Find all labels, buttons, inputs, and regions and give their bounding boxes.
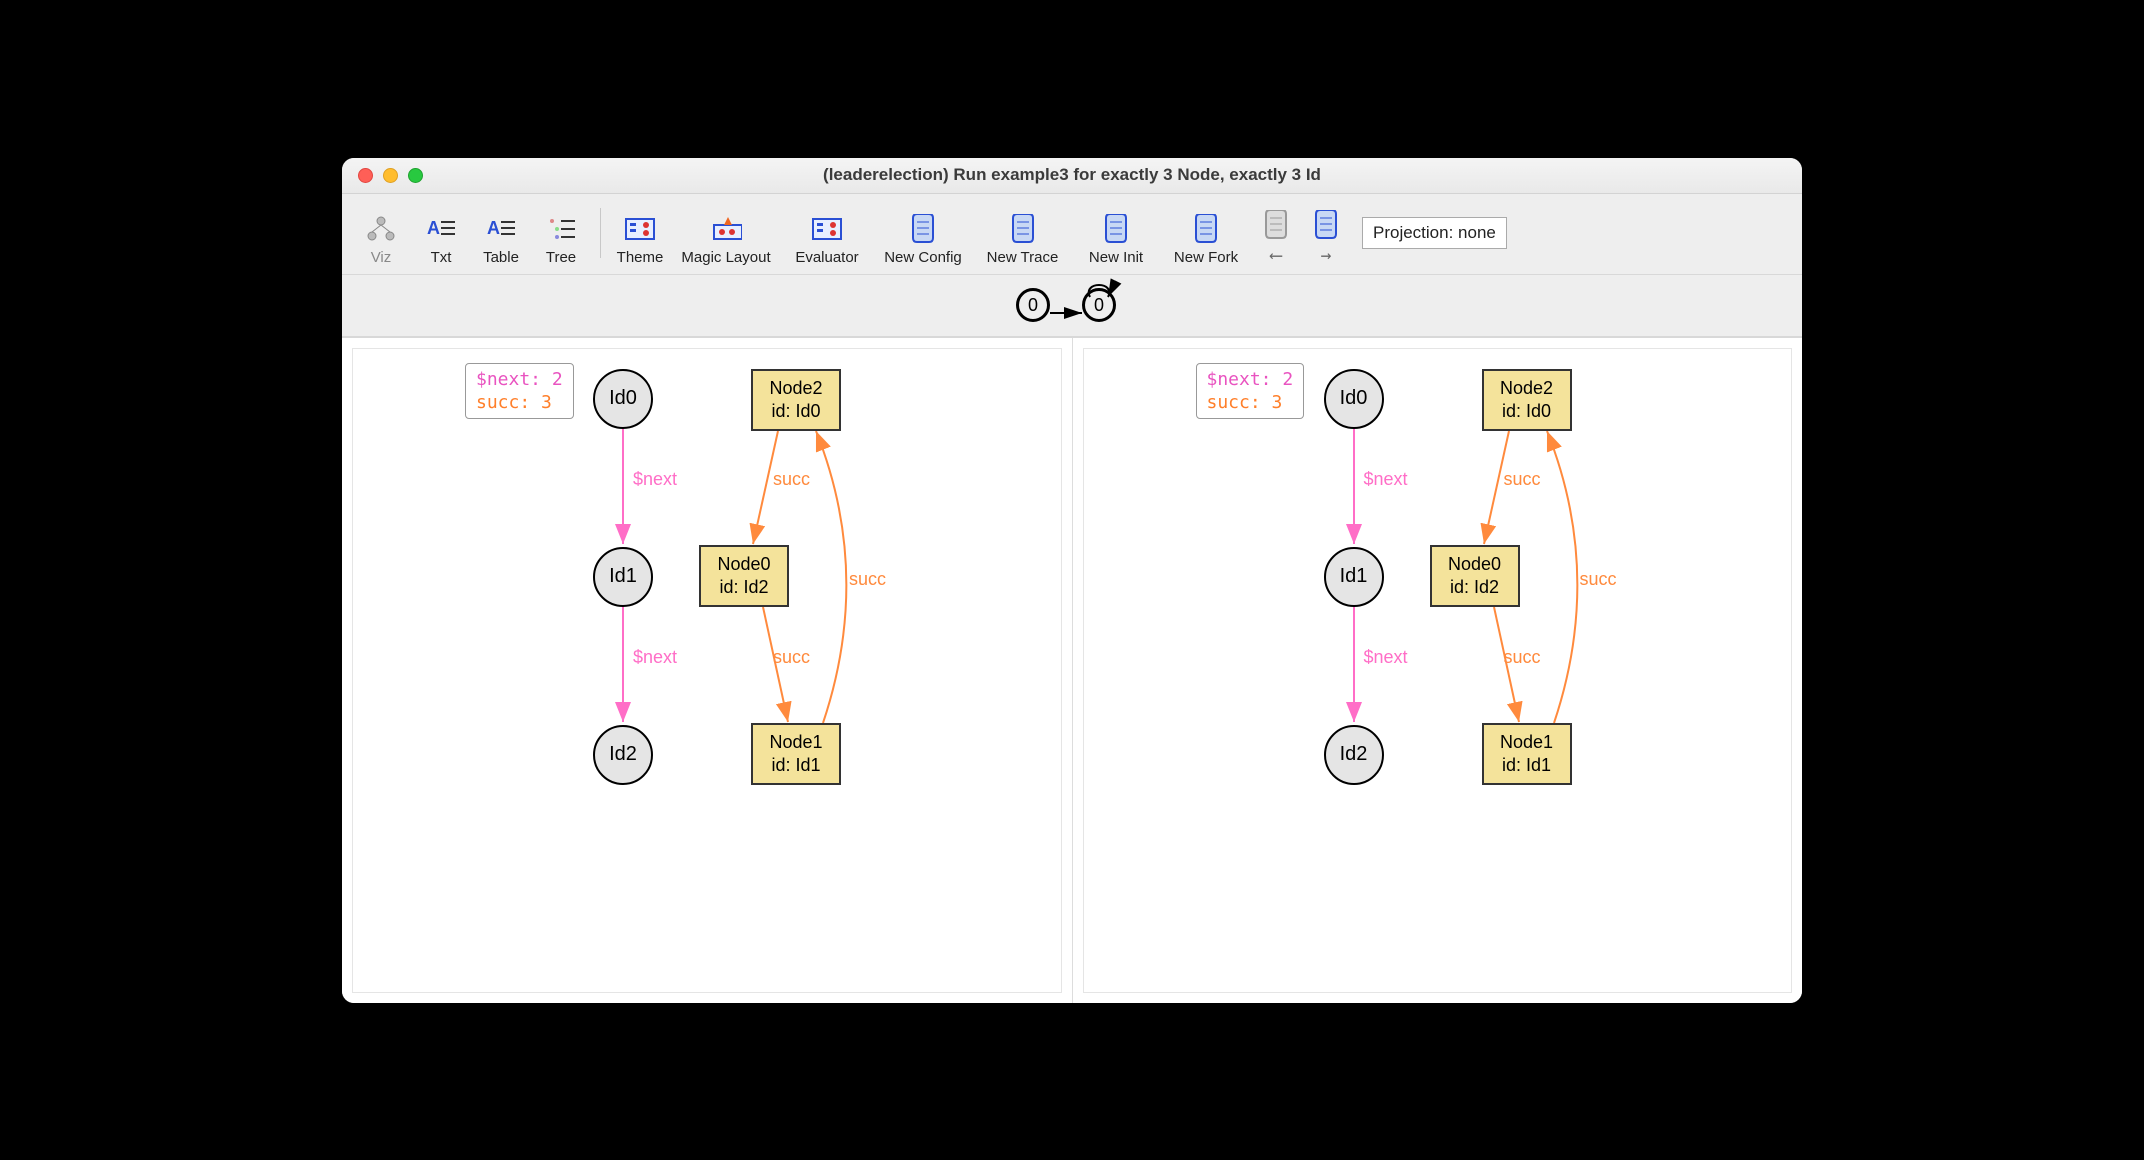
pane-left: $next: 2 succ: 3 Id0 Id1 Id2 Node2 id: I… [352, 348, 1062, 993]
newconfig-button[interactable]: New Config [873, 200, 973, 266]
evaluator-button[interactable]: Evaluator [783, 200, 871, 266]
next-label: $next [1364, 647, 1408, 668]
txt-icon: A [425, 213, 457, 245]
legend-succ: succ: 3 [1207, 391, 1294, 414]
state-0[interactable]: 0 [1016, 288, 1050, 322]
legend-succ: succ: 3 [476, 391, 563, 414]
legend-next: $next: 2 [1207, 368, 1294, 391]
newtrace-button[interactable]: New Trace [975, 200, 1070, 266]
scroll-icon [907, 213, 939, 245]
state-1[interactable]: 0 [1082, 288, 1116, 322]
id2-node[interactable]: Id2 [593, 725, 653, 785]
next-label: $next [1364, 469, 1408, 490]
window-title: (leaderelection) Run example3 for exactl… [342, 165, 1802, 185]
node0[interactable]: Node0 id: Id2 [699, 545, 789, 607]
succ-label: succ [849, 569, 886, 590]
table-button[interactable]: A Table [472, 200, 530, 266]
viz-icon [365, 213, 397, 245]
next-button[interactable]: → [1302, 200, 1350, 266]
magic-layout-button[interactable]: Magic Layout [671, 200, 781, 266]
scroll-icon [1310, 209, 1342, 241]
prev-button[interactable]: ⟵ [1252, 200, 1300, 266]
titlebar: (leaderelection) Run example3 for exactl… [342, 158, 1802, 194]
viz-button[interactable]: Viz [352, 200, 410, 266]
scroll-icon-disabled [1260, 209, 1292, 241]
newinit-button[interactable]: New Init [1072, 200, 1160, 266]
node2[interactable]: Node2 id: Id0 [1482, 369, 1572, 431]
scroll-icon [1190, 213, 1222, 245]
next-label: $next [633, 469, 677, 490]
id2-node[interactable]: Id2 [1324, 725, 1384, 785]
succ-label: succ [773, 647, 810, 668]
node2[interactable]: Node2 id: Id0 [751, 369, 841, 431]
projection-selector[interactable]: Projection: none [1362, 217, 1507, 249]
maximize-icon[interactable] [408, 168, 423, 183]
pane-divider[interactable] [1072, 338, 1073, 1003]
id0-node[interactable]: Id0 [593, 369, 653, 429]
next-label: $next [633, 647, 677, 668]
visualization-panes: $next: 2 succ: 3 Id0 Id1 Id2 Node2 id: I… [342, 337, 1802, 1003]
window-controls [358, 168, 423, 183]
magic-layout-icon [710, 213, 742, 245]
table-icon: A [485, 213, 517, 245]
id1-node[interactable]: Id1 [593, 547, 653, 607]
minimize-icon[interactable] [383, 168, 398, 183]
theme-icon [624, 213, 656, 245]
tree-button[interactable]: Tree [532, 200, 590, 266]
succ-label: succ [1504, 469, 1541, 490]
legend-next: $next: 2 [476, 368, 563, 391]
evaluator-icon [811, 213, 843, 245]
edges-left [353, 349, 1061, 992]
theme-button[interactable]: Theme [611, 200, 669, 266]
succ-label: succ [1580, 569, 1617, 590]
node0[interactable]: Node0 id: Id2 [1430, 545, 1520, 607]
app-window: (leaderelection) Run example3 for exactl… [342, 158, 1802, 1003]
newfork-button[interactable]: New Fork [1162, 200, 1250, 266]
node1[interactable]: Node1 id: Id1 [1482, 723, 1572, 785]
legend-box: $next: 2 succ: 3 [1196, 363, 1305, 420]
state-bar: 0 0 [342, 275, 1802, 337]
toolbar: Viz A Txt A Table Tree Theme [342, 194, 1802, 275]
toolbar-separator [600, 208, 601, 258]
close-icon[interactable] [358, 168, 373, 183]
edges-right [1084, 349, 1792, 992]
succ-label: succ [773, 469, 810, 490]
scroll-icon [1007, 213, 1039, 245]
pane-right: $next: 2 succ: 3 Id0 Id1 Id2 Node2 id: I… [1083, 348, 1793, 993]
legend-box: $next: 2 succ: 3 [465, 363, 574, 420]
scroll-icon [1100, 213, 1132, 245]
tree-icon [545, 213, 577, 245]
id1-node[interactable]: Id1 [1324, 547, 1384, 607]
txt-button[interactable]: A Txt [412, 200, 470, 266]
svg-text:A: A [427, 218, 440, 238]
id0-node[interactable]: Id0 [1324, 369, 1384, 429]
svg-text:A: A [487, 218, 500, 238]
node1[interactable]: Node1 id: Id1 [751, 723, 841, 785]
succ-label: succ [1504, 647, 1541, 668]
